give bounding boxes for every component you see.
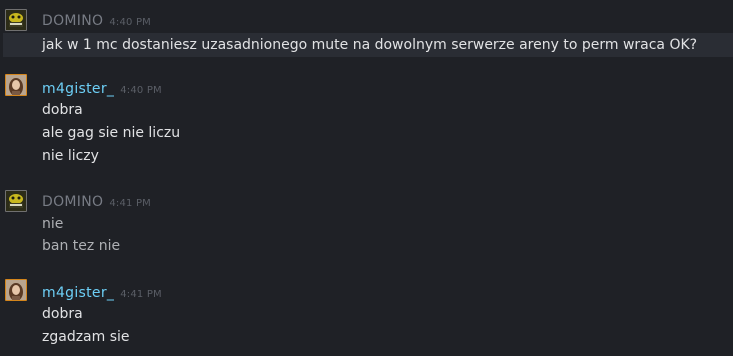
timestamp: 4:41 PM: [109, 198, 152, 209]
message-header: DOMINO 4:40 PM: [42, 10, 151, 30]
domino-avatar-icon[interactable]: [5, 190, 27, 212]
message-text: dobra: [42, 306, 83, 322]
timestamp: 4:41 PM: [120, 289, 162, 300]
author-name[interactable]: DOMINO: [42, 13, 103, 29]
message-text: ale gag sie nie liczu: [42, 125, 181, 141]
message-text: ban tez nie: [42, 238, 121, 254]
message-text: nie liczy: [42, 148, 99, 164]
author-name[interactable]: m4gister_: [42, 81, 114, 97]
message-header: DOMINO 4:41 PM: [42, 191, 151, 211]
timestamp: 4:40 PM: [109, 17, 152, 28]
message-text: zgadzam sie: [42, 329, 130, 345]
timestamp: 4:40 PM: [120, 85, 162, 96]
message-header: m4gister_ 4:41 PM: [42, 282, 162, 302]
message-text: jak w 1 mc dostaniesz uzasadnionego mute…: [42, 37, 698, 53]
author-name[interactable]: DOMINO: [42, 194, 103, 210]
domino-avatar-icon[interactable]: [5, 9, 27, 31]
author-name[interactable]: m4gister_: [42, 285, 114, 301]
message-text: dobra: [42, 102, 83, 118]
chat-log: DOMINO 4:40 PM jak w 1 mc dostaniesz uzas…: [0, 0, 733, 356]
message-text: nie: [42, 216, 64, 232]
m4gister-avatar-icon[interactable]: [5, 279, 27, 301]
m4gister-avatar-icon[interactable]: [5, 74, 27, 96]
message-header: m4gister_ 4:40 PM: [42, 78, 162, 98]
